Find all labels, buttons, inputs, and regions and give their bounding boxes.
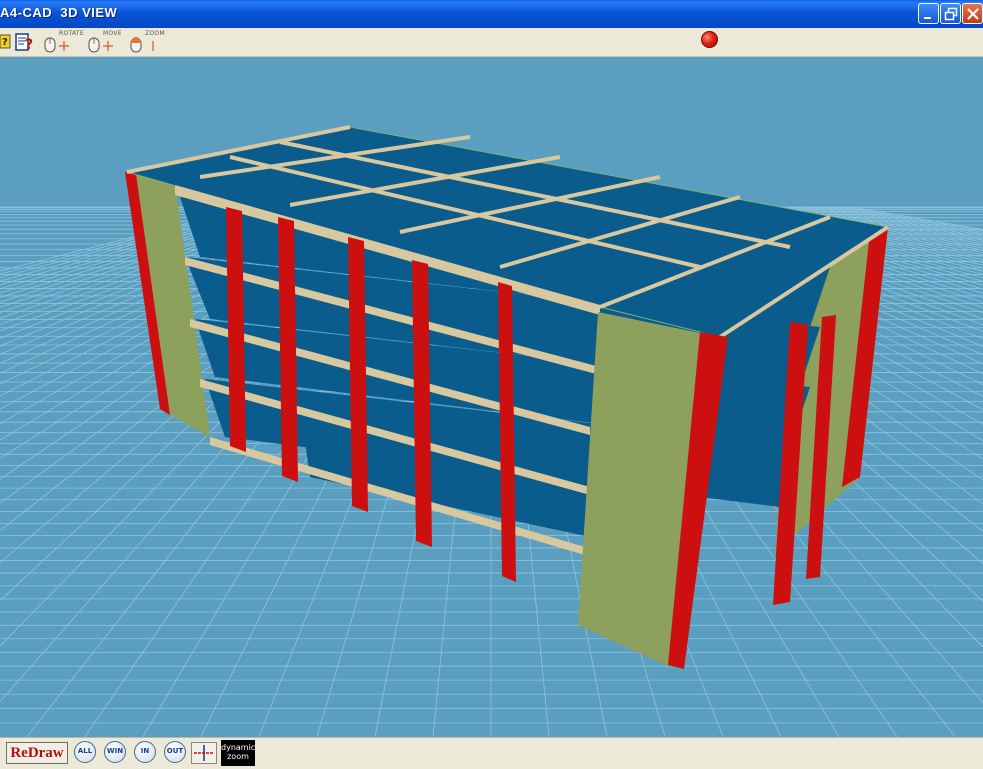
query-button[interactable]: ? [14, 30, 36, 54]
zoom-window-button[interactable]: WIN [103, 741, 129, 765]
zoom-out-label: OUT [166, 747, 184, 755]
svg-text:?: ? [2, 37, 8, 48]
zoom-mode-button[interactable]: ZOOM [128, 30, 165, 53]
minimize-icon [924, 17, 931, 19]
zoom-in-button[interactable]: IN [133, 741, 159, 765]
redraw-button[interactable]: ReDraw [6, 742, 68, 764]
dynamic-zoom-button[interactable]: dynamic zoom [221, 740, 255, 766]
rotate-mode-button[interactable]: ROTATE [42, 30, 84, 53]
zoom-in-label: IN [140, 747, 150, 755]
close-button[interactable] [962, 3, 983, 24]
close-icon [967, 8, 979, 20]
pan-button[interactable] [191, 742, 217, 764]
dynamic-zoom-line2: zoom [227, 752, 249, 761]
svg-text:?: ? [25, 37, 33, 53]
building-3d-model [0, 125, 983, 737]
zoom-out-button[interactable]: OUT [163, 741, 189, 765]
zoom-all-label: ALL [77, 747, 93, 755]
window-title: A4-CAD 3D VIEW [0, 5, 118, 20]
zoom-window-label: WIN [106, 747, 124, 755]
building-structure [125, 125, 890, 669]
move-caption: MOVE [103, 30, 122, 37]
zoom-caption: ZOOM [145, 30, 165, 37]
query-icon: ? [15, 33, 33, 53]
minimize-button[interactable] [918, 3, 939, 24]
dynamic-zoom-line1: dynamic [221, 743, 256, 752]
view-controls-bar: ReDraw ALL WIN IN OUT dynamic zoom [0, 737, 983, 769]
restore-icon [944, 7, 958, 21]
toolbar: ? ? ROTATE MOVE ZOOM [0, 28, 983, 57]
rotate-caption: ROTATE [59, 30, 84, 37]
3d-viewport[interactable] [0, 57, 983, 737]
title-bar: A4-CAD 3D VIEW [0, 0, 983, 28]
zoom-all-button[interactable]: ALL [73, 741, 99, 765]
move-mode-button[interactable]: MOVE [86, 30, 122, 53]
restore-button[interactable] [940, 3, 961, 24]
stop-icon[interactable] [701, 31, 718, 48]
crosshair-icon [194, 745, 214, 761]
help-cursor-icon: ? [0, 34, 11, 49]
